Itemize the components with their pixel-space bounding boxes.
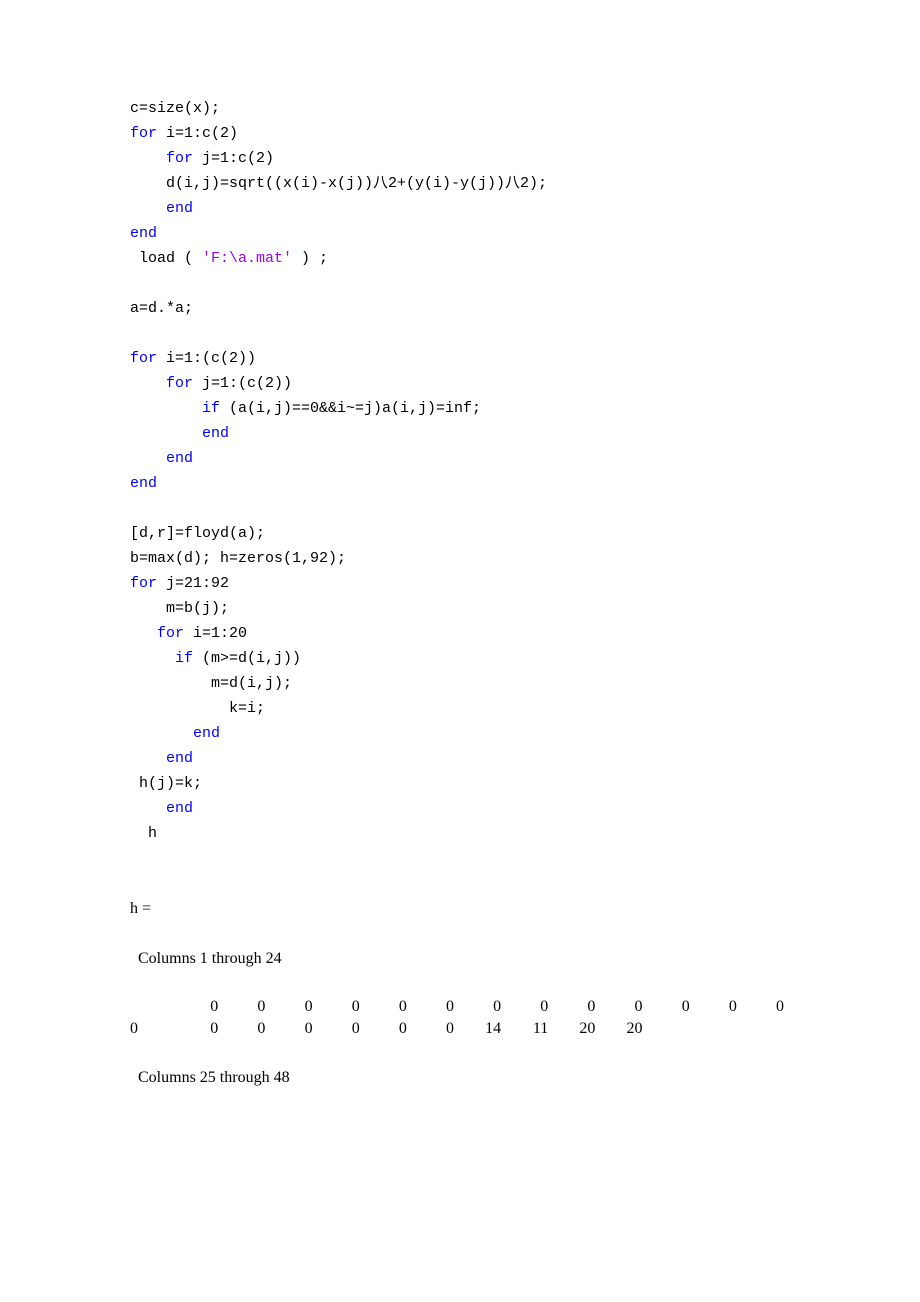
keyword-end: end: [130, 196, 790, 221]
code-line: h: [130, 821, 790, 846]
output-columns-header: Columns 1 through 24: [130, 946, 790, 971]
keyword-end: end: [130, 421, 790, 446]
keyword-end: end: [130, 721, 790, 746]
output-cell: 0: [224, 996, 271, 1018]
code-line: b=max(d); h=zeros(1,92);: [130, 546, 790, 571]
code-line: for j=21:92: [130, 571, 790, 596]
output-cell: 14: [460, 1018, 507, 1040]
code-text: ) ;: [292, 250, 328, 267]
code-text: (a(i,j)==0&&i~=j)a(i,j)=inf;: [220, 400, 481, 417]
output-cell: 0: [177, 996, 224, 1018]
keyword-for: for: [130, 125, 157, 142]
code-line: a=d.*a;: [130, 296, 790, 321]
code-line: k=i;: [130, 696, 790, 721]
keyword-for: for: [130, 375, 193, 392]
output-cell: 11: [507, 1018, 554, 1040]
code-text: (m>=d(i,j)): [193, 650, 301, 667]
output-cell: 0: [460, 996, 507, 1018]
keyword-end: end: [130, 221, 790, 246]
code-line: for i=1:c(2): [130, 121, 790, 146]
code-text: j=21:92: [157, 575, 229, 592]
output-cell: 0: [413, 1018, 460, 1040]
output-cell: 0: [507, 996, 554, 1018]
keyword-for: for: [130, 625, 184, 642]
code-line: h(j)=k;: [130, 771, 790, 796]
code-text: i=1:20: [184, 625, 247, 642]
code-text: j=1:c(2): [193, 150, 274, 167]
output-cell: 0: [601, 996, 648, 1018]
output-cell: 0: [413, 996, 460, 1018]
output-cell: 0: [130, 1018, 177, 1040]
output-cell: 0: [554, 996, 601, 1018]
code-line: for j=1:(c(2)): [130, 371, 790, 396]
code-line: d(i,j)=sqrt((x(i)-x(j))八2+(y(i)-y(j))八2)…: [130, 171, 790, 196]
output-cell: 0: [366, 996, 413, 1018]
code-line: for i=1:(c(2)): [130, 346, 790, 371]
output-cell: 0: [271, 996, 318, 1018]
output-cell: 20: [554, 1018, 601, 1040]
keyword-end: end: [130, 471, 790, 496]
code-text: i=1:(c(2)): [157, 350, 256, 367]
keyword-end: end: [130, 446, 790, 471]
output-cell: 0: [696, 996, 743, 1018]
output-cell: 0: [224, 1018, 271, 1040]
output-cell: 0: [271, 1018, 318, 1040]
code-line: if (m>=d(i,j)): [130, 646, 790, 671]
code-line: m=d(i,j);: [130, 671, 790, 696]
output-var-h: h =: [130, 896, 790, 921]
output-cell: [743, 1018, 790, 1040]
keyword-for: for: [130, 575, 157, 592]
code-line: [d,r]=floyd(a);: [130, 521, 790, 546]
code-text: j=1:(c(2)): [193, 375, 292, 392]
output-cell: 0: [366, 1018, 413, 1040]
output-cell: 0: [177, 1018, 224, 1040]
string-literal: 'F:\a.mat': [202, 250, 292, 267]
keyword-for: for: [130, 350, 157, 367]
output-row: 000000014112020: [130, 1018, 790, 1040]
output-columns-header: Columns 25 through 48: [130, 1065, 790, 1090]
keyword-end: end: [130, 746, 790, 771]
output-array-block-1: 0000000000000 000000014112020: [130, 996, 790, 1040]
output-cell: 20: [601, 1018, 648, 1040]
keyword-if: if: [130, 400, 220, 417]
output-cell: 0: [649, 996, 696, 1018]
output-row: 0000000000000: [130, 996, 790, 1018]
code-line: if (a(i,j)==0&&i~=j)a(i,j)=inf;: [130, 396, 790, 421]
output-cell: 0: [319, 996, 366, 1018]
keyword-if: if: [130, 650, 193, 667]
code-text: i=1:c(2): [157, 125, 238, 142]
keyword-end: end: [130, 796, 790, 821]
code-line: load ( 'F:\a.mat' ) ;: [130, 246, 790, 271]
output-cell: 0: [743, 996, 790, 1018]
output-cell: [696, 1018, 743, 1040]
keyword-for: for: [130, 150, 193, 167]
output-cell: 0: [319, 1018, 366, 1040]
code-text: load (: [130, 250, 202, 267]
code-line: for i=1:20: [130, 621, 790, 646]
output-cell: [649, 1018, 696, 1040]
code-line: c=size(x);: [130, 96, 790, 121]
code-line: for j=1:c(2): [130, 146, 790, 171]
code-line: m=b(j);: [130, 596, 790, 621]
output-cell: [130, 996, 177, 1018]
